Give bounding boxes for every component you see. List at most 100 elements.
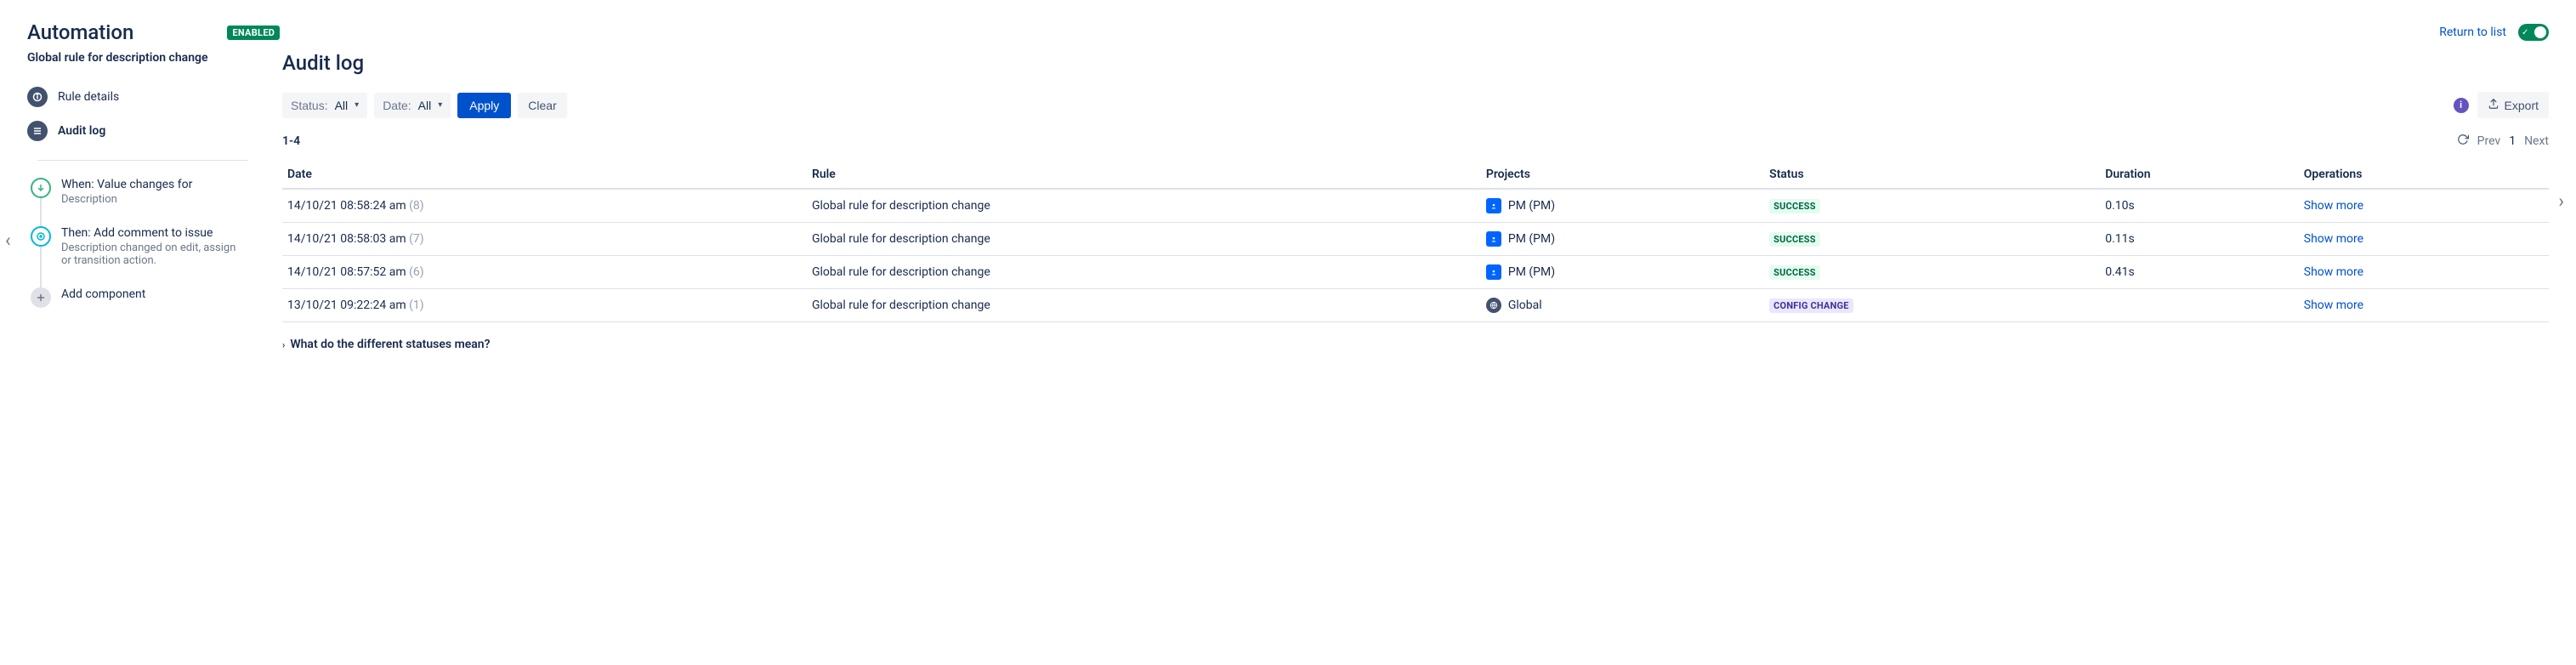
cell-duration xyxy=(2100,289,2299,322)
add-component-button[interactable]: Add component xyxy=(31,282,248,308)
execution-count: (8) xyxy=(409,199,424,213)
result-range: 1-4 xyxy=(282,134,300,148)
info-icon[interactable]: i xyxy=(2454,98,2469,113)
info-icon xyxy=(27,87,48,107)
project-avatar-icon xyxy=(1486,264,1501,280)
column-header-status[interactable]: Status xyxy=(1764,161,2100,189)
step-title: Then: Add comment to issue xyxy=(61,226,248,240)
chevron-right-icon: › xyxy=(282,339,285,350)
step-title: When: Value changes for xyxy=(61,178,192,191)
table-row: 14/10/21 08:58:24 am (8)Global rule for … xyxy=(282,189,2549,223)
cell-operations: Show more xyxy=(2299,223,2549,256)
date-value: 14/10/21 08:58:03 am xyxy=(287,232,409,246)
status-badge: SUCCESS xyxy=(1769,265,1820,280)
cell-rule: Global rule for description change xyxy=(807,223,1481,256)
action-icon xyxy=(31,226,51,247)
project-name: Global xyxy=(1508,298,1542,312)
status-badge: SUCCESS xyxy=(1769,232,1820,247)
chevron-left-icon[interactable]: ‹ xyxy=(5,230,11,251)
plus-icon xyxy=(31,287,51,308)
cell-projects: PM (PM) xyxy=(1481,223,1764,256)
cell-duration: 0.41s xyxy=(2100,256,2299,289)
chevron-right-icon[interactable]: › xyxy=(2558,190,2564,212)
cell-rule: Global rule for description change xyxy=(807,256,1481,289)
date-value: 13/10/21 09:22:24 am xyxy=(287,298,409,312)
project-avatar-icon xyxy=(1486,198,1501,213)
chevron-down-icon: ▾ xyxy=(355,100,359,110)
chevron-down-icon: ▾ xyxy=(438,100,442,110)
rule-enabled-toggle[interactable]: ✓ xyxy=(2518,24,2549,41)
status-filter-dropdown[interactable]: Status: All ▾ xyxy=(282,93,367,118)
cell-date: 14/10/21 08:58:24 am (8) xyxy=(282,189,807,223)
next-page-button[interactable]: Next xyxy=(2524,134,2549,148)
nav-rule-details[interactable]: Rule details xyxy=(27,80,248,114)
table-row: 13/10/21 09:22:24 am (1)Global rule for … xyxy=(282,289,2549,322)
project-name: PM (PM) xyxy=(1508,199,1555,213)
cell-operations: Show more xyxy=(2299,189,2549,223)
divider xyxy=(37,160,248,161)
cell-status: SUCCESS xyxy=(1764,223,2100,256)
cell-operations: Show more xyxy=(2299,256,2549,289)
export-label: Export xyxy=(2505,99,2539,112)
nav-label: Rule details xyxy=(58,90,119,104)
show-more-link[interactable]: Show more xyxy=(2304,232,2363,246)
column-header-rule[interactable]: Rule xyxy=(807,161,1481,189)
date-filter-dropdown[interactable]: Date: All ▾ xyxy=(374,93,451,118)
toggle-knob xyxy=(2534,26,2546,38)
section-title: Audit log xyxy=(282,51,2549,75)
filter-label: Status: xyxy=(291,99,328,112)
column-header-operations[interactable]: Operations xyxy=(2299,161,2549,189)
export-button[interactable]: Export xyxy=(2477,92,2549,118)
cell-date: 14/10/21 08:57:52 am (6) xyxy=(282,256,807,289)
step-subtitle: Description xyxy=(61,193,192,206)
project-name: PM (PM) xyxy=(1508,265,1555,279)
page-title: Automation xyxy=(27,20,133,44)
cell-date: 14/10/21 08:58:03 am (7) xyxy=(282,223,807,256)
add-component-label: Add component xyxy=(61,287,145,306)
project-avatar-icon xyxy=(1486,231,1501,247)
cell-status: SUCCESS xyxy=(1764,256,2100,289)
upload-icon xyxy=(2488,98,2499,112)
execution-count: (1) xyxy=(409,298,424,312)
cell-status: CONFIG CHANGE xyxy=(1764,289,2100,322)
status-help-expander[interactable]: › What do the different statuses mean? xyxy=(282,338,2549,351)
rule-action-step[interactable]: Then: Add comment to issue Description c… xyxy=(31,221,248,282)
filter-value: All xyxy=(335,99,349,112)
nav-audit-log[interactable]: Audit log xyxy=(27,114,248,148)
nav-label: Audit log xyxy=(58,124,105,138)
column-header-date[interactable]: Date xyxy=(282,161,807,189)
table-row: 14/10/21 08:58:03 am (7)Global rule for … xyxy=(282,223,2549,256)
column-header-projects[interactable]: Projects xyxy=(1481,161,1764,189)
step-subtitle: Description changed on edit, assign or t… xyxy=(61,242,248,267)
trigger-icon xyxy=(31,178,51,198)
cell-duration: 0.10s xyxy=(2100,189,2299,223)
page-number: 1 xyxy=(2509,134,2516,148)
list-icon xyxy=(27,121,48,141)
status-badge: CONFIG CHANGE xyxy=(1769,298,1853,313)
refresh-icon[interactable] xyxy=(2457,134,2469,149)
cell-duration: 0.11s xyxy=(2100,223,2299,256)
check-icon: ✓ xyxy=(2522,28,2528,37)
show-more-link[interactable]: Show more xyxy=(2304,199,2363,213)
rule-name: Global rule for description change xyxy=(27,51,248,65)
date-value: 14/10/21 08:57:52 am xyxy=(287,265,409,279)
show-more-link[interactable]: Show more xyxy=(2304,298,2363,312)
column-header-duration[interactable]: Duration xyxy=(2100,161,2299,189)
cell-projects: Global xyxy=(1481,289,1764,322)
return-to-list-link[interactable]: Return to list xyxy=(2439,26,2506,39)
cell-projects: PM (PM) xyxy=(1481,189,1764,223)
enabled-badge: ENABLED xyxy=(227,26,280,40)
globe-icon xyxy=(1486,298,1501,313)
filter-value: All xyxy=(418,99,432,112)
status-badge: SUCCESS xyxy=(1769,199,1820,213)
cell-rule: Global rule for description change xyxy=(807,189,1481,223)
project-name: PM (PM) xyxy=(1508,232,1555,246)
prev-page-button[interactable]: Prev xyxy=(2477,134,2501,148)
clear-button[interactable]: Clear xyxy=(518,93,566,118)
apply-button[interactable]: Apply xyxy=(457,93,511,118)
rule-trigger-step[interactable]: When: Value changes for Description xyxy=(31,173,248,221)
cell-status: SUCCESS xyxy=(1764,189,2100,223)
show-more-link[interactable]: Show more xyxy=(2304,265,2363,279)
cell-projects: PM (PM) xyxy=(1481,256,1764,289)
audit-log-table: Date Rule Projects Status Duration Opera… xyxy=(282,161,2549,322)
